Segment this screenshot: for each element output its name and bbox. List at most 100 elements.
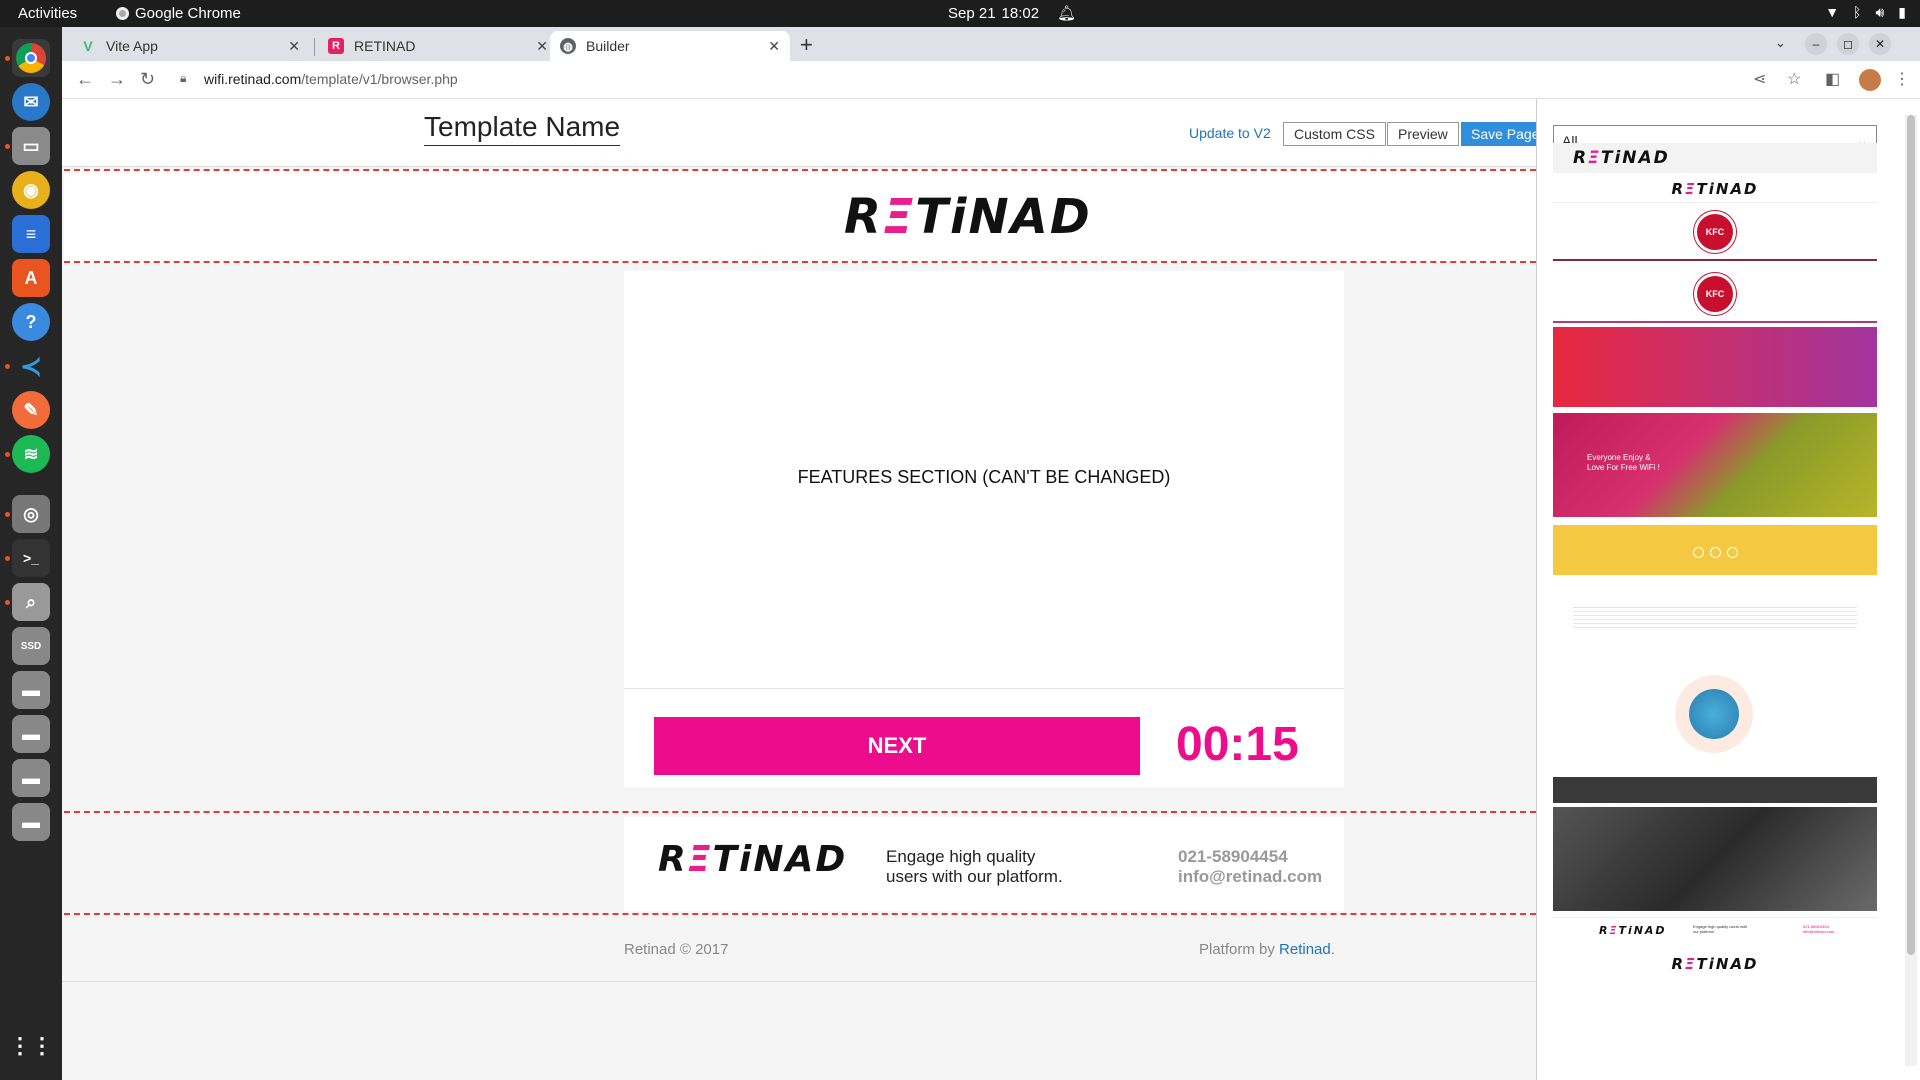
rhythmbox-dock-icon[interactable]: ◉ <box>12 171 50 209</box>
panel-scrollbar[interactable] <box>1905 115 1917 1066</box>
block-thumb-logo-center[interactable]: RΞTiNAD <box>1553 177 1877 203</box>
back-icon[interactable]: ← <box>76 69 94 90</box>
app-menu[interactable]: Google Chrome <box>116 5 241 22</box>
save-page-button[interactable]: Save Page <box>1461 122 1541 146</box>
chrome-dock-icon[interactable] <box>12 39 50 77</box>
system-status[interactable]: ▼ ᛒ 🔊︎ ▮ <box>1825 4 1906 21</box>
reload-icon[interactable]: ↻ <box>140 69 155 90</box>
restore-button[interactable]: ◻ <box>1837 33 1859 55</box>
close-icon[interactable]: ✕ <box>768 38 780 55</box>
thumb-logo: RΞTiNAD <box>1553 143 1877 173</box>
retinad-link[interactable]: Retinad <box>1279 941 1331 958</box>
countdown-timer: 00:15 <box>1176 718 1299 771</box>
url-path: /template/v1/browser.php <box>301 71 458 87</box>
logo-section[interactable]: RΞTiNAD <box>64 169 1536 263</box>
kfc-logo: KFC <box>1694 211 1736 253</box>
address-bar[interactable]: wifi.retinad.com/template/v1/browser.php <box>204 71 458 87</box>
tab-vite-app[interactable]: V Vite App ✕ <box>70 31 310 61</box>
column-lines <box>1573 607 1857 631</box>
bookmark-star-icon[interactable]: ☆ <box>1787 69 1801 89</box>
date-label: Sep 21 <box>948 4 996 22</box>
running-indicator <box>5 56 10 61</box>
block-thumb-dark-bar[interactable] <box>1553 777 1877 803</box>
footer-section[interactable]: RΞTiNAD Engage high quality users with o… <box>64 811 1536 915</box>
forward-icon[interactable]: → <box>108 69 126 90</box>
footer-tagline: Engage high quality users with our platf… <box>886 847 1086 887</box>
image-viewer-dock-icon[interactable]: ⌕ <box>12 583 50 621</box>
clock[interactable]: Sep 21 18:02 🔔︎ <box>948 4 1076 23</box>
logo-letter: TiNAD <box>712 839 848 880</box>
new-tab-button[interactable]: + <box>800 32 813 58</box>
block-thumb-logo-bottom[interactable]: RΞTiNAD <box>1553 945 1877 985</box>
banner-line: Everyone Enjoy & <box>1587 453 1651 462</box>
block-thumb-photo-banner[interactable]: Everyone Enjoy & Love For Free WiFi ! <box>1553 413 1877 517</box>
blocks-panel: All ⌄ RΞTiNAD RΞTiNAD KFC KFC Everyone E… <box>1536 99 1920 1080</box>
kfc-logo: KFC <box>1694 273 1736 315</box>
close-icon[interactable]: ✕ <box>536 38 548 55</box>
writer-dock-icon[interactable]: ≡ <box>12 215 50 253</box>
footer-content: RΞTiNAD Engage high quality users with o… <box>624 817 1344 911</box>
block-thumb-footer[interactable]: RΞTiNAD Engage high quality users with o… <box>1553 917 1877 943</box>
twitter-icon <box>1710 547 1721 558</box>
chrome-icon <box>116 7 129 20</box>
drive-icon[interactable]: ▬ <box>12 759 50 797</box>
ssd-drive-icon[interactable]: SSD <box>12 627 50 665</box>
share-icon[interactable]: ⋖ <box>1753 69 1766 89</box>
show-apps-icon[interactable]: ⋮⋮ <box>9 1027 53 1065</box>
update-to-v2-link[interactable]: Update to V2 <box>1189 125 1271 141</box>
block-thumb-laptop-photo[interactable] <box>1553 807 1877 911</box>
thumb-logo: RΞTiNAD <box>1599 924 1667 937</box>
custom-css-button[interactable]: Custom CSS <box>1283 122 1386 146</box>
block-thumb-kfc-1[interactable]: KFC <box>1553 205 1877 261</box>
preview-button[interactable]: Preview <box>1387 122 1459 146</box>
tab-search-icon[interactable]: ⌄ <box>1775 35 1786 51</box>
block-thumb-globe-illustration[interactable] <box>1553 659 1877 775</box>
terminal-dock-icon[interactable]: >_ <box>12 539 50 577</box>
logo-letter: R <box>1671 180 1686 198</box>
running-indicator <box>5 556 10 561</box>
tab-builder[interactable]: ◍ Builder ✕ <box>550 31 790 61</box>
drive-icon[interactable]: ▬ <box>12 715 50 753</box>
thumb-footer-tagline: Engage high quality users with our platf… <box>1693 924 1748 934</box>
tab-title: RETINAD <box>354 38 416 54</box>
minimize-button[interactable]: – <box>1805 33 1827 55</box>
next-button[interactable]: NEXT <box>654 717 1140 775</box>
drive-icon[interactable]: ▬ <box>12 803 50 841</box>
logo-letter: TiNAD <box>915 189 1092 245</box>
footer-contact: 021-58904454 info@retinad.com <box>1178 847 1322 887</box>
postman-dock-icon[interactable]: ✎ <box>12 391 50 429</box>
profile-avatar[interactable] <box>1859 69 1881 91</box>
retinad-icon: R <box>328 38 344 54</box>
close-icon[interactable]: ✕ <box>288 38 300 55</box>
help-dock-icon[interactable]: ? <box>12 303 50 341</box>
thunderbird-dock-icon[interactable]: ✉ <box>12 83 50 121</box>
wifi-icon: ▼ <box>1825 4 1840 20</box>
menu-kebab-icon[interactable]: ⋮ <box>1894 69 1910 89</box>
logo-letter: Ξ <box>882 189 916 245</box>
lock-icon[interactable]: 🔒︎ <box>180 71 186 86</box>
tab-retinad[interactable]: R RETINAD ✕ <box>318 31 558 61</box>
files-dock-icon[interactable]: ▭ <box>12 127 50 165</box>
tab-divider <box>314 38 315 56</box>
block-thumb-logo-left[interactable]: RΞTiNAD <box>1553 143 1877 173</box>
side-panel-icon[interactable]: ◧ <box>1825 69 1840 89</box>
software-dock-icon[interactable]: A <box>12 259 50 297</box>
block-thumb-social-bar[interactable] <box>1553 525 1877 575</box>
vite-icon: V <box>83 38 93 54</box>
logo-letter: TiNAD <box>1696 955 1759 973</box>
block-thumb-three-columns[interactable] <box>1553 577 1877 657</box>
disc-dock-icon[interactable]: ◎ <box>12 495 50 533</box>
vscode-dock-icon[interactable]: ≺ <box>12 347 50 385</box>
tagline-line: Engage high quality <box>886 847 1036 866</box>
block-thumb-gradient-banner[interactable] <box>1553 327 1877 407</box>
block-thumb-kfc-2[interactable]: KFC <box>1553 265 1877 323</box>
spotify-dock-icon[interactable]: ≋ <box>12 435 50 473</box>
close-window-button[interactable]: ✕ <box>1869 33 1891 55</box>
browser-toolbar: ← → ↻ 🔒︎ wifi.retinad.com/template/v1/br… <box>62 61 1920 99</box>
logo-letter: R <box>658 839 688 880</box>
logo-letter: TiNAD <box>1696 180 1759 198</box>
drive-icon[interactable]: ▬ <box>12 671 50 709</box>
template-name-field[interactable]: Template Name <box>424 111 621 146</box>
activities-button[interactable]: Activities <box>18 5 77 22</box>
scrollbar-thumb[interactable] <box>1907 115 1915 955</box>
